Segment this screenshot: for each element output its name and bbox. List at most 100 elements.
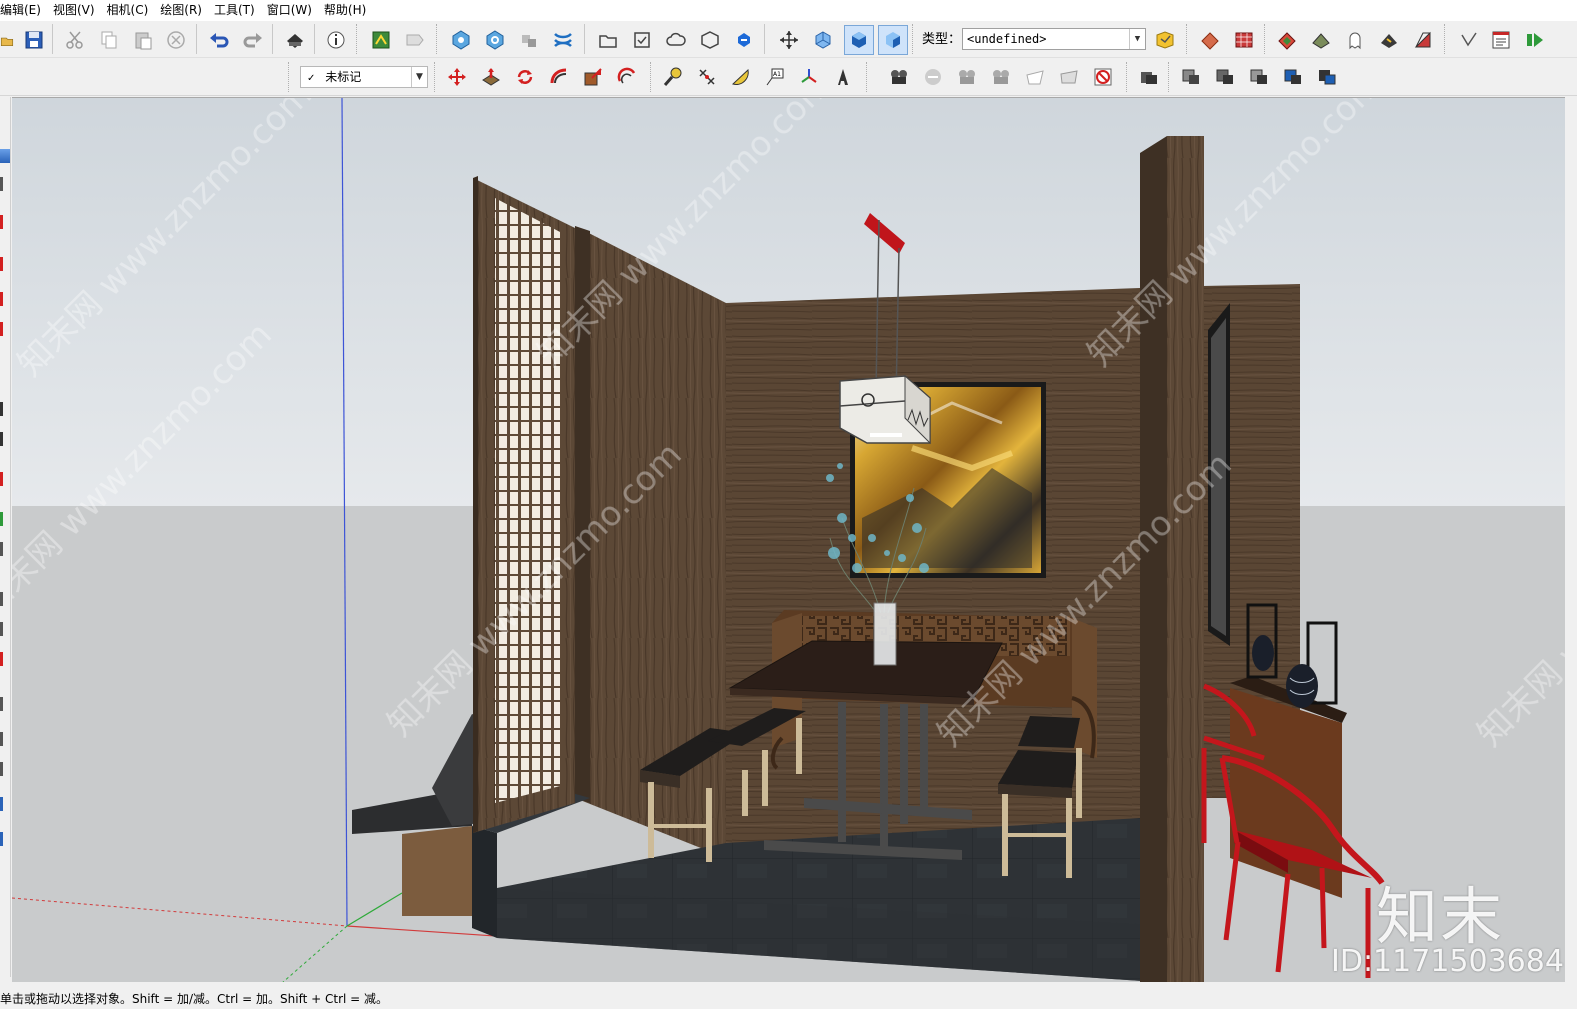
line-tool-icon[interactable] [0, 215, 10, 229]
terrain-icon[interactable] [1274, 27, 1300, 53]
menu-view[interactable]: 视图(V) [47, 0, 101, 21]
tag-select[interactable]: ✓ 未标记 ▼ [300, 66, 428, 88]
text-side-icon[interactable] [0, 542, 10, 556]
redo-icon[interactable] [240, 27, 266, 53]
move-icon[interactable] [444, 64, 470, 90]
status-bar: 单击或拖动以选择对象。Shift = 加/减。Ctrl = 加。Shift + … [0, 985, 1577, 1009]
tape-measure-icon[interactable] [660, 64, 686, 90]
position-camera-icon[interactable] [988, 64, 1014, 90]
display-section-icon[interactable] [1090, 64, 1116, 90]
select-tool-icon[interactable] [0, 149, 10, 163]
3d-warehouse-icon[interactable] [368, 27, 394, 53]
pan-side-icon[interactable] [0, 622, 10, 636]
warehouse-side-icon[interactable] [0, 832, 10, 846]
zoom-extents-side-icon[interactable] [0, 797, 10, 811]
look-side-icon[interactable] [0, 732, 10, 746]
erase-icon[interactable] [163, 27, 189, 53]
report-icon[interactable] [1488, 27, 1514, 53]
text-icon[interactable]: A1 [762, 64, 788, 90]
axes-icon[interactable] [776, 27, 802, 53]
left-toolbar [0, 97, 11, 977]
print-icon[interactable] [282, 27, 308, 53]
photo-icon[interactable] [1376, 27, 1402, 53]
cloud-icon[interactable] [663, 27, 689, 53]
orbit-side-icon[interactable] [0, 592, 10, 606]
open-icon[interactable] [0, 27, 14, 53]
chevron-down-icon: ▼ [1129, 29, 1145, 49]
shell-icon[interactable] [1212, 64, 1238, 90]
save-icon[interactable] [21, 27, 47, 53]
menu-help[interactable]: 帮助(H) [318, 0, 372, 21]
menu-tools[interactable]: 工具(T) [208, 0, 261, 21]
follow-side-icon[interactable] [0, 432, 10, 446]
camera-icon[interactable] [886, 64, 912, 90]
look-around-icon[interactable] [1022, 64, 1048, 90]
walk-icon[interactable] [954, 64, 980, 90]
split-icon[interactable] [1280, 64, 1306, 90]
check-icon[interactable] [629, 27, 655, 53]
menu-bar: 编辑(E) 视图(V) 相机(C) 绘图(R) 工具(T) 窗口(W) 帮助(H… [0, 0, 1577, 21]
hide-section-icon[interactable] [1136, 64, 1162, 90]
subtract-icon[interactable] [1246, 64, 1272, 90]
offset-icon[interactable] [614, 64, 640, 90]
extension-icon[interactable] [1522, 27, 1548, 53]
push-pull-side-icon[interactable] [0, 402, 10, 416]
tools-toolbar [0, 58, 1577, 96]
outer-shell-icon[interactable] [448, 27, 474, 53]
model-info-icon[interactable] [323, 27, 349, 53]
tag-select-value: 未标记 [325, 70, 362, 84]
refresh-icon[interactable] [731, 27, 757, 53]
protractor-icon[interactable] [728, 64, 754, 90]
solid-tools-icon[interactable] [1178, 64, 1204, 90]
cut-icon[interactable] [62, 27, 88, 53]
share-model-icon[interactable] [402, 27, 428, 53]
scene-canvas: 知末网 www.znzmo.com 知末网 www.znzmo.com 知末网 … [12, 98, 1565, 982]
arc-tool-icon[interactable] [0, 257, 10, 271]
intersect-icon[interactable] [482, 27, 508, 53]
package-icon[interactable] [697, 27, 723, 53]
id-watermark: ID:1171503684 [1331, 944, 1564, 979]
orbit-icon[interactable] [920, 64, 946, 90]
menu-edit[interactable]: 编辑(E) [0, 0, 47, 21]
menu-camera[interactable]: 相机(C) [101, 0, 155, 21]
circle-tool-icon[interactable] [0, 322, 10, 336]
section-plane-icon[interactable] [1056, 64, 1082, 90]
ghost-icon[interactable] [1342, 27, 1368, 53]
scale-icon[interactable] [580, 64, 606, 90]
front-view-icon[interactable] [878, 25, 908, 55]
classifier-icon[interactable] [1152, 27, 1178, 53]
scale-side-icon[interactable] [0, 512, 10, 526]
axes-tool-icon[interactable] [796, 64, 822, 90]
rotate-icon[interactable] [512, 64, 538, 90]
section-side-icon[interactable] [0, 652, 10, 666]
measure-icon[interactable] [1456, 27, 1482, 53]
profile-icon[interactable] [1308, 27, 1334, 53]
copy-icon[interactable] [96, 27, 122, 53]
eraser-tool-icon[interactable] [0, 177, 10, 191]
material-icon[interactable] [1231, 27, 1257, 53]
menu-draw[interactable]: 绘图(R) [154, 0, 208, 21]
texture-icon[interactable] [1197, 27, 1223, 53]
union-tool-icon[interactable] [1314, 64, 1340, 90]
paste-icon[interactable] [130, 27, 156, 53]
walk-side-icon[interactable] [0, 697, 10, 711]
iso-view-icon[interactable] [810, 27, 836, 53]
folder-icon[interactable] [595, 27, 621, 53]
tag-check-icon: ✓ [307, 73, 316, 84]
zoom-side-icon[interactable] [0, 762, 10, 776]
menu-window[interactable]: 窗口(W) [261, 0, 318, 21]
rotate-side-icon[interactable] [0, 472, 10, 486]
push-pull-icon[interactable] [478, 64, 504, 90]
rectangle-tool-icon[interactable] [0, 292, 10, 306]
type-select[interactable]: <undefined> ▼ [962, 28, 1146, 50]
top-view-icon[interactable] [844, 25, 874, 55]
trim-icon[interactable] [550, 27, 576, 53]
3d-text-icon[interactable] [830, 64, 856, 90]
model-viewport[interactable]: 知末网 www.znzmo.com 知末网 www.znzmo.com 知末网 … [12, 97, 1565, 982]
dimension-icon[interactable] [694, 64, 720, 90]
undo-icon[interactable] [206, 27, 232, 53]
section-icon[interactable] [1410, 27, 1436, 53]
union-icon[interactable] [516, 27, 542, 53]
glass-vase [873, 602, 897, 666]
follow-me-icon[interactable] [546, 64, 572, 90]
